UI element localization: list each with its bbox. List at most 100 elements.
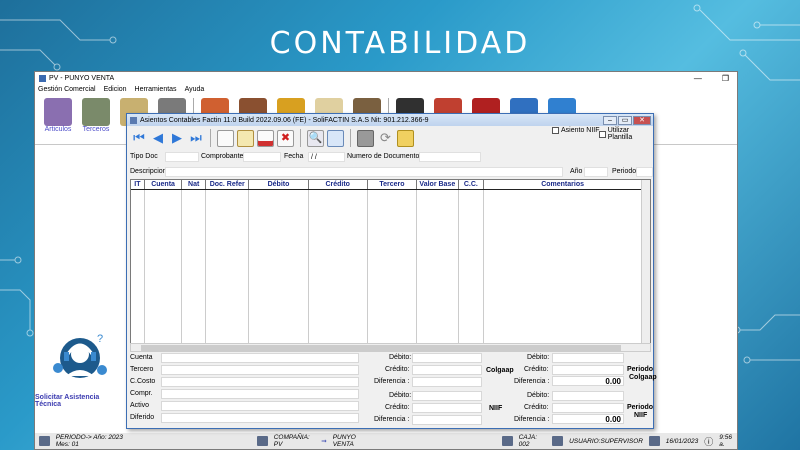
grid-column[interactable]	[459, 190, 485, 343]
grid-column[interactable]	[417, 190, 459, 343]
dialog-title: Asientos Contables Factin 11.0 Build 202…	[140, 116, 429, 124]
column-header[interactable]: Débito	[249, 180, 309, 189]
diferencia-periodo-colgaap-value: 0.00	[552, 376, 624, 386]
column-header[interactable]: Comentarios	[484, 180, 643, 189]
detail-label: Tercero	[130, 366, 154, 373]
detail-field	[161, 401, 359, 411]
edit-icon[interactable]	[237, 129, 254, 147]
detail-label: Diferido	[130, 414, 155, 421]
utilizar-plantilla-checkbox[interactable]: Utilizar Plantilla	[599, 127, 653, 141]
menu-edicion[interactable]: Edicion	[104, 86, 127, 93]
detail-label: Compr.	[130, 390, 153, 397]
register-icon	[501, 436, 513, 446]
grid-column[interactable]	[368, 190, 418, 343]
grid-body[interactable]	[131, 190, 650, 343]
horizontal-scrollbar[interactable]	[130, 343, 651, 352]
grid-column[interactable]	[145, 190, 183, 343]
copy-icon[interactable]	[357, 129, 374, 147]
search-icon[interactable]: 🔍	[307, 129, 324, 147]
colgaap-label: Colgaap	[486, 367, 514, 374]
periodo-colgaap-sub: Colgaap	[629, 374, 657, 381]
debito-niif-field	[412, 391, 482, 401]
column-header[interactable]: IT	[131, 180, 145, 189]
column-header[interactable]: Crédito	[309, 180, 368, 189]
anio-field[interactable]	[584, 167, 608, 177]
debito-periodo-colgaap-label: Débito:	[527, 354, 550, 361]
info-icon: ⓘ	[704, 436, 714, 447]
grid-column[interactable]	[182, 190, 207, 343]
menu-herramientas[interactable]: Herramientas	[135, 86, 177, 93]
grid-column[interactable]	[309, 190, 368, 343]
computer-icon	[257, 436, 268, 446]
column-header[interactable]: C.C.	[459, 180, 485, 189]
support-panel[interactable]: ? Solicitar Asistencia Técnica	[35, 330, 125, 425]
delete-icon[interactable]	[257, 129, 274, 147]
first-record-icon[interactable]: ⏮	[131, 130, 147, 146]
column-header[interactable]: Tercero	[368, 180, 418, 189]
status-company-name: PUNYO VENTA	[332, 434, 356, 448]
column-header[interactable]: Nat	[182, 180, 206, 189]
diferencia-colgaap-field	[412, 377, 482, 387]
column-header[interactable]: Doc. Refer	[206, 180, 250, 189]
numero-documento-label: Numero de Documento	[347, 153, 420, 160]
dialog-minimize-icon[interactable]: –	[603, 115, 617, 125]
debito-periodo-niif-field	[552, 391, 624, 401]
grid-column[interactable]	[484, 190, 643, 343]
previous-record-icon[interactable]: ◀	[150, 130, 166, 146]
status-time: 9:56 a.	[719, 434, 732, 448]
credito-periodo-colgaap-label: Crédito:	[524, 366, 549, 373]
diferencia-niif-label: Diferencia :	[374, 416, 410, 423]
dialog-restore-icon[interactable]: ▭	[618, 115, 632, 125]
grid-column[interactable]	[206, 190, 250, 343]
credito-periodo-colgaap-field	[552, 365, 624, 375]
column-header[interactable]: Valor Base	[417, 180, 459, 189]
dialog-toolbar: ⏮ ◀ ▶ ⏭ ✖ 🔍 ⟳ Asiento NIIF Utilizar Plan…	[127, 126, 653, 150]
tipo-doc-field[interactable]	[165, 152, 199, 162]
app-icon	[39, 74, 46, 82]
asiento-niif-checkbox[interactable]: Asiento NIIF	[552, 127, 600, 134]
descripcion-field[interactable]	[165, 167, 563, 177]
detail-label: Activo	[130, 402, 150, 409]
column-header[interactable]: Cuenta	[145, 180, 183, 189]
detail-field	[161, 389, 359, 399]
diferencia-periodo-niif-label: Diferencia :	[514, 416, 550, 423]
detail-field	[161, 413, 359, 423]
debito-colgaap-field	[412, 353, 482, 363]
asientos-grid[interactable]: IT Cuenta Nat Doc. Refer Débito Crédito Tercer…	[130, 179, 651, 344]
credito-colgaap-label: Crédito:	[385, 366, 410, 373]
calendar-date-icon	[649, 436, 660, 446]
comprobante-field[interactable]	[243, 152, 281, 162]
numero-documento-field[interactable]	[419, 152, 481, 162]
open-folder-icon[interactable]	[397, 129, 414, 147]
menu-gestion[interactable]: Gestión Comercial	[38, 86, 96, 93]
minimize-icon[interactable]: —	[694, 74, 702, 83]
toolbar-label: Articulos	[44, 126, 72, 133]
fecha-field[interactable]: / /	[308, 152, 345, 162]
cancel-icon[interactable]: ✖	[277, 129, 294, 147]
next-record-icon[interactable]: ▶	[169, 130, 185, 146]
tipo-doc-label: Tipo Doc	[130, 153, 158, 160]
user-icon	[552, 436, 564, 446]
print-preview-icon[interactable]	[327, 129, 344, 147]
svg-text:?: ?	[97, 333, 103, 345]
new-document-icon[interactable]	[217, 129, 234, 147]
status-user: USUARIO:SUPERVISOR	[569, 437, 643, 445]
periodo-colgaap-label: Periodo	[627, 366, 654, 373]
credito-colgaap-field	[412, 365, 482, 375]
descripcion-label: Descripcion	[130, 168, 167, 175]
vertical-scrollbar[interactable]	[641, 180, 650, 343]
status-date: 16/01/2023	[665, 437, 699, 445]
dialog-close-icon[interactable]: ✕	[633, 115, 651, 125]
support-label[interactable]: Solicitar Asistencia Técnica	[35, 394, 125, 408]
toolbar-people-button[interactable]: Terceros	[77, 95, 115, 143]
detail-field	[161, 353, 359, 363]
refresh-icon[interactable]: ⟳	[377, 130, 394, 147]
restore-icon[interactable]: ❐	[722, 74, 729, 83]
menu-ayuda[interactable]: Ayuda	[185, 86, 205, 93]
toolbar-articles-button[interactable]: Articulos	[39, 95, 77, 143]
grid-column[interactable]	[131, 190, 145, 343]
grid-column[interactable]	[249, 190, 309, 343]
diferencia-periodo-niif-value: 0.00	[552, 414, 624, 424]
periodo-field[interactable]	[636, 167, 653, 177]
last-record-icon[interactable]: ⏭	[188, 130, 204, 146]
